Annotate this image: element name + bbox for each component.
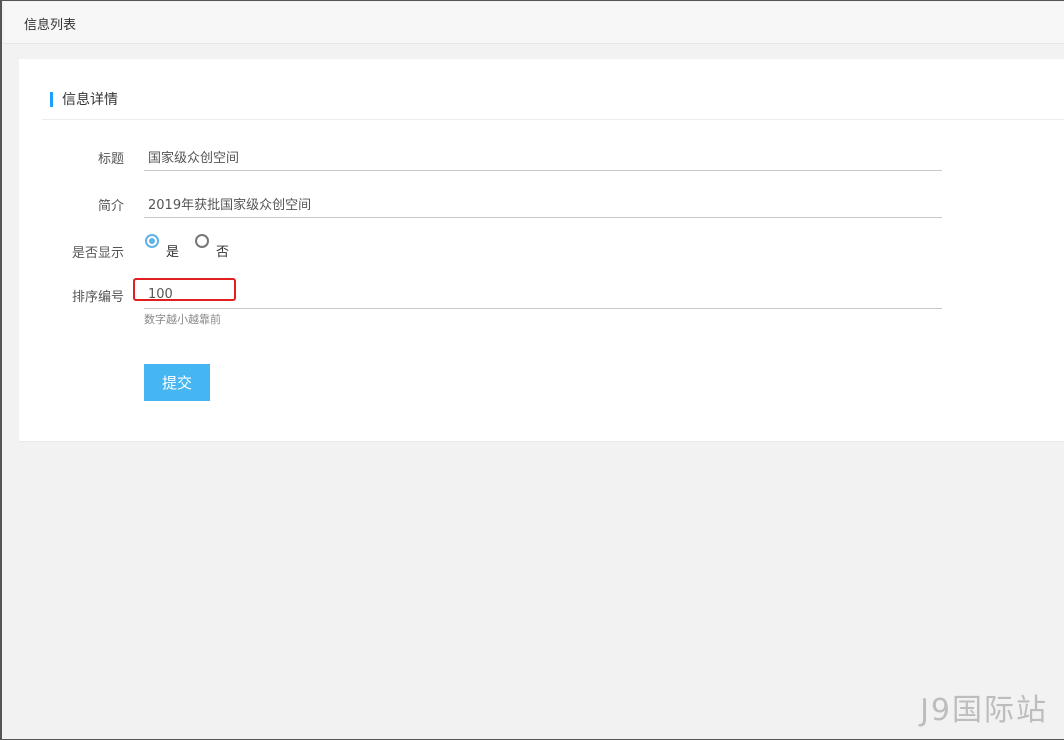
- submit-button[interactable]: 提交: [144, 364, 210, 401]
- radio-no-label[interactable]: 否: [216, 241, 229, 260]
- display-label: 是否显示: [71, 246, 124, 261]
- sort-highlight-box: [133, 278, 236, 301]
- section-accent-bar: [50, 92, 53, 107]
- app-frame: 信息列表 信息详情 标题 简介 是否显示 是 否 排序编号 数字越小越靠前 提交: [0, 0, 1064, 740]
- intro-field-wrapper: [144, 189, 942, 218]
- intro-label: 简介: [97, 199, 124, 214]
- intro-input[interactable]: [148, 193, 928, 213]
- section-header: 信息详情: [42, 83, 1064, 120]
- sort-input[interactable]: [148, 284, 928, 304]
- radio-yes[interactable]: [145, 234, 159, 248]
- section-title: 信息详情: [62, 92, 118, 108]
- top-bar: 信息列表: [4, 2, 1064, 44]
- radio-no[interactable]: [195, 234, 209, 248]
- detail-card: 信息详情 标题 简介 是否显示 是 否 排序编号 数字越小越靠前 提交: [19, 59, 1064, 442]
- watermark-logo: J9国际站: [920, 693, 1048, 728]
- title-input[interactable]: [148, 146, 928, 166]
- radio-yes-label[interactable]: 是: [166, 241, 179, 260]
- breadcrumb[interactable]: 信息列表: [24, 14, 76, 33]
- sort-field-wrapper: [144, 280, 942, 309]
- title-field-wrapper: [144, 142, 942, 171]
- sort-hint: 数字越小越靠前: [144, 313, 221, 326]
- sort-label: 排序编号: [71, 290, 124, 305]
- title-label: 标题: [97, 152, 124, 167]
